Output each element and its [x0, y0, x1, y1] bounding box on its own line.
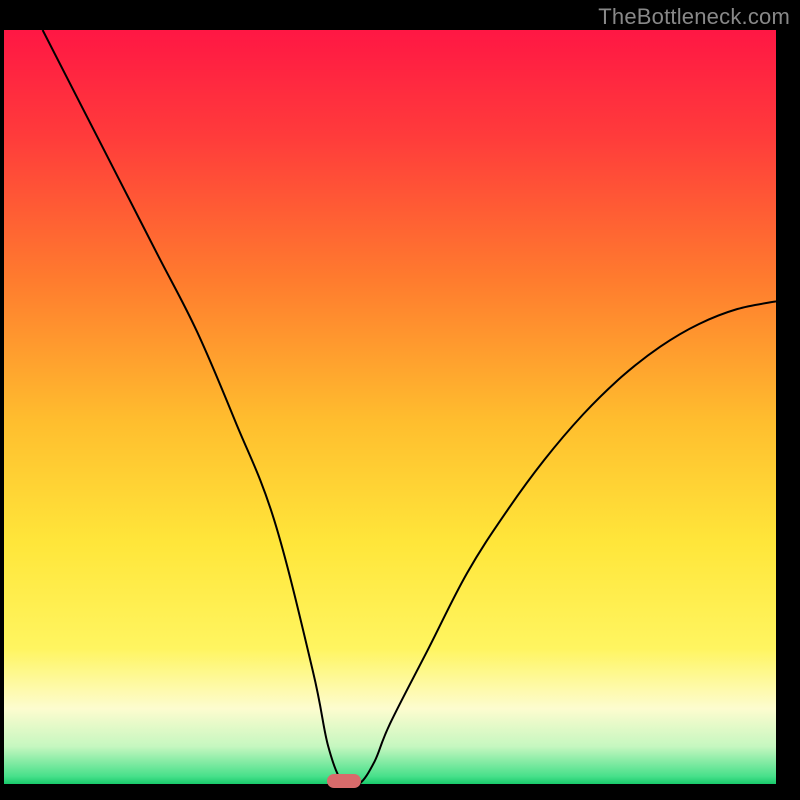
- gradient-background: [4, 30, 776, 784]
- bottleneck-chart-svg: [4, 30, 776, 784]
- optimal-point-marker: [327, 774, 361, 788]
- watermark-text: TheBottleneck.com: [598, 4, 790, 30]
- chart-panel: [4, 30, 776, 784]
